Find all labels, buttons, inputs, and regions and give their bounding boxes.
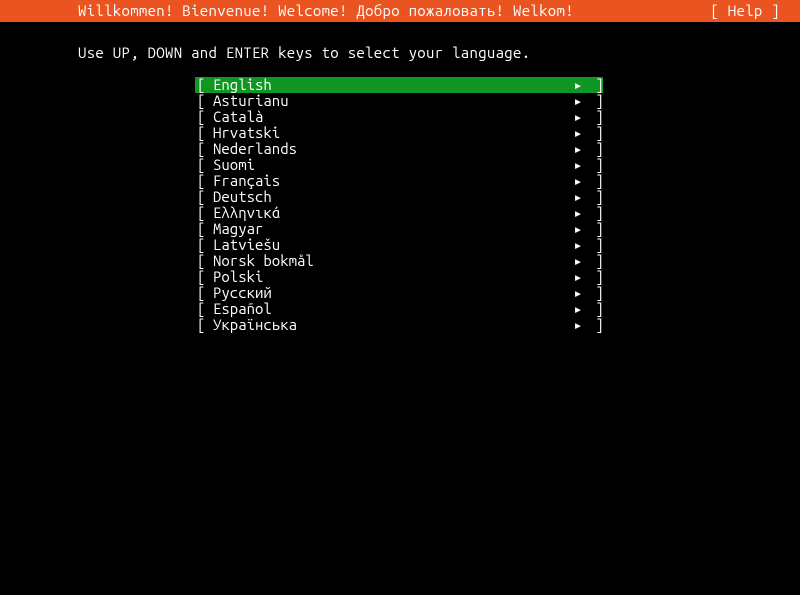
language-item[interactable]: [ Magyar▸ ] bbox=[195, 221, 603, 237]
language-label: Asturianu bbox=[213, 93, 569, 109]
submenu-arrow-icon: ▸ bbox=[569, 141, 587, 157]
bracket-open: [ bbox=[195, 125, 213, 141]
language-label: Deutsch bbox=[213, 189, 569, 205]
bracket-close: ] bbox=[587, 77, 603, 93]
bracket-close: ] bbox=[587, 317, 603, 333]
bracket-open: [ bbox=[195, 141, 213, 157]
bracket-open: [ bbox=[195, 93, 213, 109]
language-label: Suomi bbox=[213, 157, 569, 173]
bracket-close: ] bbox=[587, 301, 603, 317]
bracket-open: [ bbox=[195, 237, 213, 253]
submenu-arrow-icon: ▸ bbox=[569, 205, 587, 221]
submenu-arrow-icon: ▸ bbox=[569, 77, 587, 93]
submenu-arrow-icon: ▸ bbox=[569, 253, 587, 269]
language-item[interactable]: [ Español▸ ] bbox=[195, 301, 603, 317]
language-label: Українська bbox=[213, 317, 569, 333]
bracket-close: ] bbox=[587, 141, 603, 157]
language-label: Català bbox=[213, 109, 569, 125]
language-item[interactable]: [ English▸ ] bbox=[195, 77, 603, 93]
language-label: Español bbox=[213, 301, 569, 317]
bracket-open: [ bbox=[195, 189, 213, 205]
bracket-close: ] bbox=[587, 109, 603, 125]
language-item[interactable]: [ Norsk bokmål▸ ] bbox=[195, 253, 603, 269]
language-item[interactable]: [ Asturianu▸ ] bbox=[195, 93, 603, 109]
submenu-arrow-icon: ▸ bbox=[569, 189, 587, 205]
submenu-arrow-icon: ▸ bbox=[569, 285, 587, 301]
bracket-close: ] bbox=[587, 253, 603, 269]
instruction-text: Use UP, DOWN and ENTER keys to select yo… bbox=[0, 22, 800, 61]
header-bar: Willkommen! Bienvenue! Welcome! Добро по… bbox=[0, 0, 800, 22]
bracket-close: ] bbox=[587, 205, 603, 221]
language-item[interactable]: [ Hrvatski▸ ] bbox=[195, 125, 603, 141]
language-item[interactable]: [ Українська▸ ] bbox=[195, 317, 603, 333]
bracket-open: [ bbox=[195, 317, 213, 333]
language-label: Latviešu bbox=[213, 237, 569, 253]
bracket-close: ] bbox=[587, 269, 603, 285]
bracket-open: [ bbox=[195, 269, 213, 285]
submenu-arrow-icon: ▸ bbox=[569, 125, 587, 141]
submenu-arrow-icon: ▸ bbox=[569, 237, 587, 253]
bracket-close: ] bbox=[587, 157, 603, 173]
bracket-close: ] bbox=[587, 285, 603, 301]
header-title: Willkommen! Bienvenue! Welcome! Добро по… bbox=[78, 0, 574, 22]
language-item[interactable]: [ Deutsch▸ ] bbox=[195, 189, 603, 205]
language-label: English bbox=[213, 77, 569, 93]
language-label: Nederlands bbox=[213, 141, 569, 157]
language-item[interactable]: [ Nederlands▸ ] bbox=[195, 141, 603, 157]
language-item[interactable]: [ Suomi▸ ] bbox=[195, 157, 603, 173]
bracket-close: ] bbox=[587, 125, 603, 141]
bracket-open: [ bbox=[195, 285, 213, 301]
language-list: [ English▸ ][ Asturianu▸ ][ Català▸ ][ H… bbox=[195, 77, 603, 333]
submenu-arrow-icon: ▸ bbox=[569, 301, 587, 317]
bracket-close: ] bbox=[587, 93, 603, 109]
language-item[interactable]: [ Latviešu▸ ] bbox=[195, 237, 603, 253]
bracket-close: ] bbox=[587, 237, 603, 253]
submenu-arrow-icon: ▸ bbox=[569, 157, 587, 173]
bracket-open: [ bbox=[195, 173, 213, 189]
language-item[interactable]: [ Polski▸ ] bbox=[195, 269, 603, 285]
bracket-close: ] bbox=[587, 189, 603, 205]
help-button[interactable]: [ Help ] bbox=[710, 0, 780, 22]
submenu-arrow-icon: ▸ bbox=[569, 173, 587, 189]
language-label: Français bbox=[213, 173, 569, 189]
language-item[interactable]: [ Русский▸ ] bbox=[195, 285, 603, 301]
language-item[interactable]: [ Français▸ ] bbox=[195, 173, 603, 189]
submenu-arrow-icon: ▸ bbox=[569, 317, 587, 333]
bracket-open: [ bbox=[195, 205, 213, 221]
language-label: Norsk bokmål bbox=[213, 253, 569, 269]
language-label: Hrvatski bbox=[213, 125, 569, 141]
language-label: Русский bbox=[213, 285, 569, 301]
submenu-arrow-icon: ▸ bbox=[569, 221, 587, 237]
submenu-arrow-icon: ▸ bbox=[569, 269, 587, 285]
bracket-open: [ bbox=[195, 253, 213, 269]
language-label: Polski bbox=[213, 269, 569, 285]
bracket-open: [ bbox=[195, 109, 213, 125]
bracket-close: ] bbox=[587, 221, 603, 237]
submenu-arrow-icon: ▸ bbox=[569, 93, 587, 109]
bracket-open: [ bbox=[195, 157, 213, 173]
bracket-close: ] bbox=[587, 173, 603, 189]
bracket-open: [ bbox=[195, 301, 213, 317]
language-item[interactable]: [ Català▸ ] bbox=[195, 109, 603, 125]
language-label: Ελληνικά bbox=[213, 205, 569, 221]
bracket-open: [ bbox=[195, 77, 213, 93]
language-label: Magyar bbox=[213, 221, 569, 237]
language-item[interactable]: [ Ελληνικά▸ ] bbox=[195, 205, 603, 221]
bracket-open: [ bbox=[195, 221, 213, 237]
submenu-arrow-icon: ▸ bbox=[569, 109, 587, 125]
